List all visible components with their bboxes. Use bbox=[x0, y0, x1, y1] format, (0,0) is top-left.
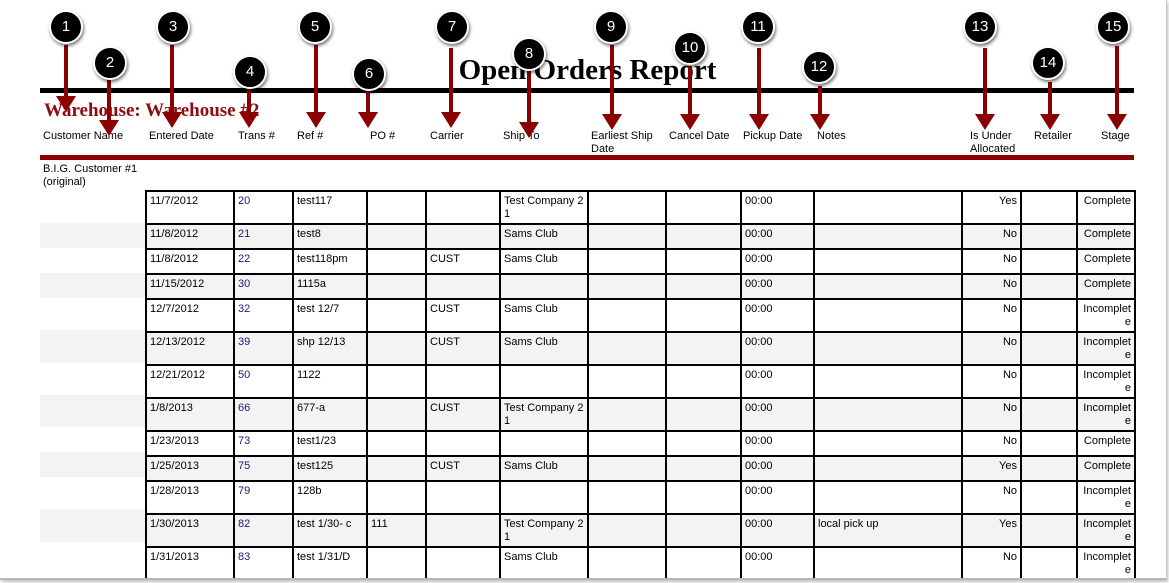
callout-marker: 15 bbox=[1096, 10, 1130, 44]
callout-arrow-head bbox=[749, 114, 769, 130]
callout-number: 11 bbox=[741, 10, 775, 44]
callout-arrow-head bbox=[441, 112, 461, 128]
callout-arrow-head bbox=[1040, 114, 1060, 130]
report-page: Open Orders Report Warehouse: Warehouse … bbox=[0, 0, 1167, 580]
callout-number: 4 bbox=[233, 55, 267, 89]
callout-number: 13 bbox=[963, 10, 997, 44]
callout-arrow-head bbox=[519, 122, 539, 138]
callout-arrow-head bbox=[306, 112, 326, 128]
callout-marker: 3 bbox=[156, 10, 190, 44]
callout-marker: 8 bbox=[512, 37, 546, 71]
callout-marker: 4 bbox=[233, 55, 267, 89]
callout-arrow-head bbox=[56, 96, 76, 112]
callout-number: 1 bbox=[49, 10, 83, 44]
callout-number: 5 bbox=[298, 10, 332, 44]
callout-marker: 12 bbox=[802, 50, 836, 84]
callout-marker: 7 bbox=[435, 10, 469, 44]
callout-number: 6 bbox=[352, 57, 386, 91]
callout-marker: 13 bbox=[963, 10, 997, 44]
callout-marker: 9 bbox=[594, 10, 628, 44]
callout-marker: 6 bbox=[352, 57, 386, 91]
callout-number: 14 bbox=[1031, 46, 1065, 80]
callout-arrow-head bbox=[810, 114, 830, 130]
callout-arrow-head bbox=[358, 112, 378, 128]
callout-marker: 2 bbox=[93, 46, 127, 80]
callout-number: 3 bbox=[156, 10, 190, 44]
callout-arrows bbox=[56, 45, 1127, 138]
callout-arrow-head bbox=[680, 114, 700, 130]
callout-number: 9 bbox=[594, 10, 628, 44]
callout-number: 15 bbox=[1096, 10, 1130, 44]
callout-marker: 14 bbox=[1031, 46, 1065, 80]
callout-number: 7 bbox=[435, 10, 469, 44]
callout-arrow-head bbox=[99, 120, 119, 136]
callout-number: 12 bbox=[802, 50, 836, 84]
callout-marker: 11 bbox=[741, 10, 775, 44]
callout-marker: 1 bbox=[49, 10, 83, 44]
callout-number: 10 bbox=[673, 31, 707, 65]
callout-number: 8 bbox=[512, 37, 546, 71]
callout-marker: 10 bbox=[673, 31, 707, 65]
callout-arrow-head bbox=[602, 114, 622, 130]
callout-number: 2 bbox=[93, 46, 127, 80]
callout-arrow-head bbox=[239, 112, 259, 128]
callout-marker: 5 bbox=[298, 10, 332, 44]
callout-arrow-head bbox=[162, 112, 182, 128]
callout-arrow-head bbox=[975, 114, 995, 130]
callout-arrow-head bbox=[1107, 114, 1127, 130]
